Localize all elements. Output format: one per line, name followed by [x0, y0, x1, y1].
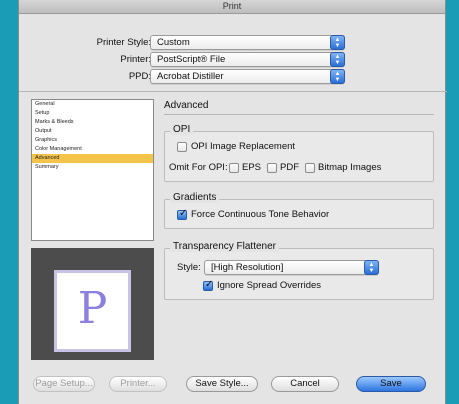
flattener-style-value: [High Resolution]: [211, 262, 284, 273]
sidebar-item-setup[interactable]: Setup: [32, 109, 153, 118]
popup-arrows-icon: ▲ ▼: [330, 69, 345, 84]
ignore-spread-overrides-label: Ignore Spread Overrides: [217, 280, 322, 291]
dialog-title: Print: [19, 0, 445, 14]
print-dialog: Print Printer Style: Custom ▲ ▼ Printer: …: [18, 0, 447, 404]
sidebar-item-marks-bleeds[interactable]: Marks & Bleeds: [32, 118, 153, 127]
sidebar-item-summary[interactable]: Summary: [32, 163, 153, 172]
popup-arrows-icon: ▲ ▼: [364, 260, 379, 275]
page-setup-button[interactable]: Page Setup...: [33, 376, 95, 392]
opi-group: [164, 131, 434, 182]
flattener-style-select[interactable]: [High Resolution] ▲ ▼: [204, 260, 379, 275]
page-preview: P: [31, 248, 154, 360]
omit-bitmap-checkbox[interactable]: [305, 163, 315, 173]
popup-arrows-icon: ▲ ▼: [330, 52, 345, 67]
ppd-select[interactable]: Acrobat Distiller ▲ ▼: [150, 69, 345, 84]
sidebar-item-output[interactable]: Output: [32, 127, 153, 136]
printer-style-select[interactable]: Custom ▲ ▼: [150, 35, 345, 50]
opi-group-label: OPI: [170, 124, 194, 135]
opi-image-replacement-checkbox[interactable]: [177, 142, 187, 152]
sidebar-item-graphics[interactable]: Graphics: [32, 136, 153, 145]
printer-button[interactable]: Printer...: [109, 376, 167, 392]
force-continuous-tone-label: Force Continuous Tone Behavior: [191, 209, 330, 220]
category-list[interactable]: General Setup Marks & Bleeds Output Grap…: [31, 99, 154, 241]
transparency-group-label: Transparency Flattener: [170, 241, 280, 252]
panel-title: Advanced: [164, 100, 209, 111]
printer-style-value: Custom: [157, 37, 190, 48]
preview-page: P: [54, 270, 131, 352]
printer-style-label: Printer Style:: [96, 37, 151, 48]
ppd-value: Acrobat Distiller: [157, 71, 224, 82]
printer-value: PostScript® File: [157, 54, 226, 65]
printer-select[interactable]: PostScript® File ▲ ▼: [150, 52, 345, 67]
opi-image-replacement-label: OPI Image Replacement: [191, 141, 296, 152]
omit-bitmap-label: Bitmap Images: [318, 162, 382, 173]
top-divider: [19, 91, 447, 92]
save-button[interactable]: Save: [356, 376, 426, 392]
force-continuous-tone-checkbox[interactable]: [177, 208, 187, 220]
omit-eps-checkbox[interactable]: [229, 163, 239, 173]
preview-letter: P: [77, 283, 108, 334]
flattener-style-label: Style:: [177, 262, 201, 273]
printer-label: Printer:: [120, 54, 151, 65]
sidebar-item-general[interactable]: General: [32, 100, 153, 109]
panel-title-divider: [164, 114, 434, 115]
sidebar-item-advanced[interactable]: Advanced: [32, 154, 153, 163]
ignore-spread-overrides-checkbox[interactable]: [203, 279, 213, 291]
omit-pdf-checkbox[interactable]: [267, 163, 277, 173]
popup-arrows-icon: ▲ ▼: [330, 35, 345, 50]
sidebar-item-color-management[interactable]: Color Management: [32, 145, 153, 154]
omit-eps-label: EPS: [242, 162, 262, 173]
ppd-label: PPD:: [128, 71, 151, 82]
cancel-button[interactable]: Cancel: [271, 376, 339, 392]
save-style-button[interactable]: Save Style...: [186, 376, 258, 392]
omit-pdf-label: PDF: [280, 162, 299, 173]
gradients-group-label: Gradients: [170, 192, 220, 203]
omit-for-opi-label: Omit For OPI:: [169, 162, 228, 173]
